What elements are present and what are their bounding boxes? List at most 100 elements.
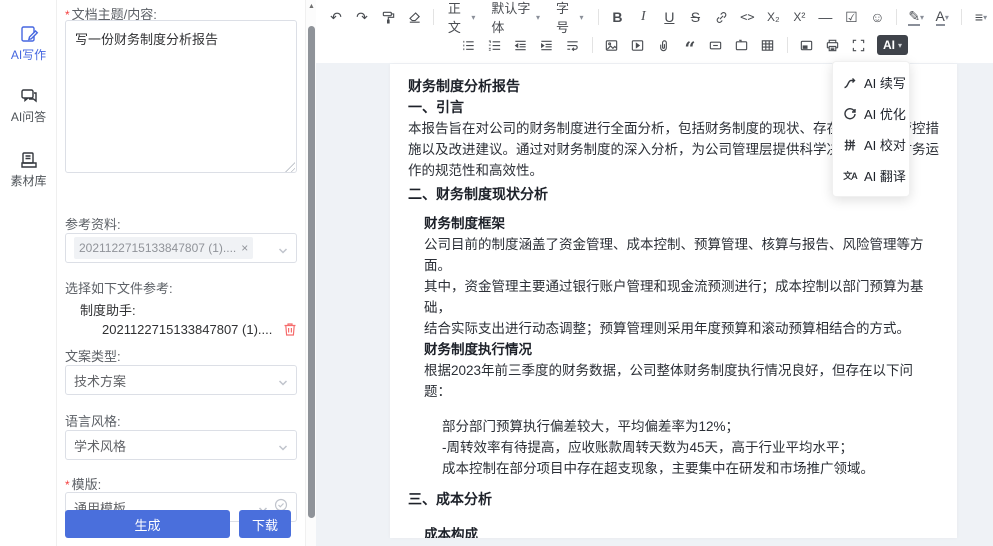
print-button[interactable] bbox=[821, 33, 845, 57]
doc-subheading: 成本构成 bbox=[424, 524, 939, 538]
style-label: 语言风格: bbox=[65, 411, 121, 430]
required-asterisk: * bbox=[65, 478, 70, 492]
optimize-icon bbox=[843, 107, 857, 121]
file-name: 2021122715133847807 (1).... bbox=[102, 322, 272, 337]
file-group-label: 制度助手: bbox=[80, 300, 136, 319]
text-wrap-button[interactable] bbox=[561, 33, 585, 57]
reference-label: 参考资料: bbox=[65, 214, 121, 233]
paragraph-style-select[interactable]: 正文▾ bbox=[441, 5, 483, 29]
bullet-list-button[interactable] bbox=[457, 33, 481, 57]
horizontal-rule-button[interactable]: ― bbox=[813, 5, 837, 29]
vertical-scrollbar[interactable]: ▲ bbox=[305, 0, 316, 546]
outdent-button[interactable] bbox=[509, 33, 533, 57]
italic-button[interactable]: I bbox=[631, 5, 655, 29]
doc-list-item: -周转效率有待提高，应收账款周转天数为45天，高于行业平均水平； bbox=[442, 437, 939, 458]
menu-item-ai-proofread[interactable]: 拼 AI 校对 bbox=[833, 129, 909, 160]
ai-menu-button[interactable]: AI ▾ bbox=[877, 35, 908, 55]
caret-icon: ▾ bbox=[898, 41, 902, 50]
font-color-button[interactable]: A▾ bbox=[930, 5, 954, 29]
sidebar-item-label: AI问答 bbox=[11, 110, 46, 124]
menu-item-ai-optimize[interactable]: AI 优化 bbox=[833, 98, 909, 129]
insert-image-button[interactable] bbox=[600, 33, 624, 57]
eraser-button[interactable] bbox=[402, 5, 426, 29]
sidebar-item-ai-qa[interactable]: AI问答 bbox=[0, 86, 57, 126]
remove-tag-icon[interactable]: × bbox=[241, 242, 248, 254]
doc-type-value: 技术方案 bbox=[74, 371, 278, 390]
embed-button[interactable] bbox=[795, 33, 819, 57]
chevron-down-icon bbox=[278, 243, 288, 253]
chevron-down-icon bbox=[278, 375, 288, 385]
bold-button[interactable]: B bbox=[605, 5, 629, 29]
font-family-select[interactable]: 默认字体▾ bbox=[484, 5, 547, 29]
generate-button[interactable]: 生成 bbox=[65, 510, 230, 538]
ai-writing-form: *文档主题/内容: 写一份财务制度分析报告 参考资料: 202112271513… bbox=[57, 0, 305, 546]
caret-icon: ▾ bbox=[920, 13, 924, 22]
ai-dropdown-menu: AI 续写 AI 优化 拼 AI 校对 文A AI 翻译 bbox=[832, 61, 910, 197]
inline-code-button[interactable]: <> bbox=[735, 5, 759, 29]
file-section-label: 选择如下文件参考: bbox=[65, 278, 173, 297]
insert-table-button[interactable] bbox=[756, 33, 780, 57]
align-button[interactable]: ≡▾ bbox=[969, 5, 993, 29]
attachment-button[interactable] bbox=[652, 33, 676, 57]
doc-paragraph: 结合实际支出进行动态调整；预算管理则采用年度预算和滚动预算相结合的方式。 bbox=[424, 318, 939, 339]
library-icon bbox=[19, 150, 39, 170]
doc-paragraph: 公司目前的制度涵盖了资金管理、成本控制、预算管理、核算与报告、风险管理等方面。 bbox=[424, 234, 939, 276]
reference-tag: 2021122715133847807 (1).... × bbox=[74, 237, 253, 259]
doc-subheading: 财务制度执行情况 bbox=[424, 339, 939, 360]
chat-icon bbox=[19, 86, 39, 106]
sidebar-item-label: 素材库 bbox=[10, 174, 46, 188]
font-size-select[interactable]: 字号▾ bbox=[549, 5, 591, 29]
menu-item-ai-translate[interactable]: 文A AI 翻译 bbox=[833, 160, 909, 191]
scrollbar-thumb[interactable] bbox=[308, 26, 315, 518]
delete-file-icon[interactable] bbox=[283, 322, 297, 337]
undo-button[interactable]: ↶ bbox=[324, 5, 348, 29]
sidebar-item-ai-writing[interactable]: AI写作 bbox=[0, 24, 57, 64]
doc-paragraph: 根据2023年前三季度的财务数据，公司整体财务制度执行情况良好，但存在以下问题： bbox=[424, 360, 939, 402]
editor-region: ↶ ↷ 正文▾ 默认字体▾ 字号▾ B I U S <> X₂ X² ― ☑ ☺… bbox=[316, 0, 993, 546]
caret-icon: ▾ bbox=[945, 13, 949, 22]
translate-icon: 文A bbox=[843, 169, 857, 183]
doc-subheading: 财务制度框架 bbox=[424, 213, 939, 234]
doc-list-item: 成本控制在部分项目中存在超支现象，主要集中在研发和市场推广领域。 bbox=[442, 458, 939, 479]
redo-button[interactable]: ↷ bbox=[350, 5, 374, 29]
reference-select[interactable]: 2021122715133847807 (1).... × bbox=[65, 233, 297, 263]
style-value: 学术风格 bbox=[74, 436, 278, 455]
strikethrough-button[interactable]: S bbox=[683, 5, 707, 29]
doc-list-item: 部分部门预算执行偏差较大，平均偏差率为12%； bbox=[442, 416, 939, 437]
download-button[interactable]: 下载 bbox=[239, 510, 291, 538]
chevron-down-icon bbox=[278, 440, 288, 450]
topic-input[interactable]: 写一份财务制度分析报告 bbox=[65, 20, 297, 173]
doc-type-label: 文案类型: bbox=[65, 346, 121, 365]
proofread-icon: 拼 bbox=[843, 138, 857, 152]
ai-writing-icon bbox=[19, 24, 39, 44]
subscript-button[interactable]: X₂ bbox=[761, 5, 785, 29]
underline-button[interactable]: U bbox=[657, 5, 681, 29]
indent-button[interactable] bbox=[535, 33, 559, 57]
menu-item-ai-continue[interactable]: AI 续写 bbox=[833, 67, 909, 98]
emoji-button[interactable]: ☺ bbox=[865, 5, 889, 29]
doc-paragraph: 其中，资金管理主要通过银行账户管理和现金流预测进行；成本控制以部门预算为基础， bbox=[424, 276, 939, 318]
caret-icon: ▾ bbox=[536, 13, 540, 22]
style-select[interactable]: 学术风格 bbox=[65, 430, 297, 460]
caret-icon: ▾ bbox=[983, 13, 987, 22]
divider-block-button[interactable] bbox=[704, 33, 728, 57]
doc-type-select[interactable]: 技术方案 bbox=[65, 365, 297, 395]
caret-icon: ▾ bbox=[471, 13, 475, 22]
editor-toolbar: ↶ ↷ 正文▾ 默认字体▾ 字号▾ B I U S <> X₂ X² ― ☑ ☺… bbox=[316, 0, 993, 63]
task-list-button[interactable]: ☑ bbox=[839, 5, 863, 29]
fullscreen-button[interactable] bbox=[847, 33, 871, 57]
ordered-list-button[interactable] bbox=[483, 33, 507, 57]
doc-heading: 三、成本分析 bbox=[408, 489, 939, 510]
continue-writing-icon bbox=[843, 76, 857, 90]
caret-icon: ▾ bbox=[580, 13, 584, 22]
template-label: *模版: bbox=[65, 474, 101, 493]
insert-video-button[interactable] bbox=[626, 33, 650, 57]
sidebar-item-material-library[interactable]: 素材库 bbox=[0, 150, 57, 190]
blockquote-button[interactable]: “ bbox=[678, 37, 702, 61]
format-painter-button[interactable] bbox=[376, 5, 400, 29]
link-button[interactable] bbox=[709, 5, 733, 29]
highlight-color-button[interactable]: ✎▾ bbox=[904, 5, 928, 29]
sidebar-item-label: AI写作 bbox=[11, 48, 46, 62]
superscript-button[interactable]: X² bbox=[787, 5, 811, 29]
code-block-button[interactable] bbox=[730, 33, 754, 57]
